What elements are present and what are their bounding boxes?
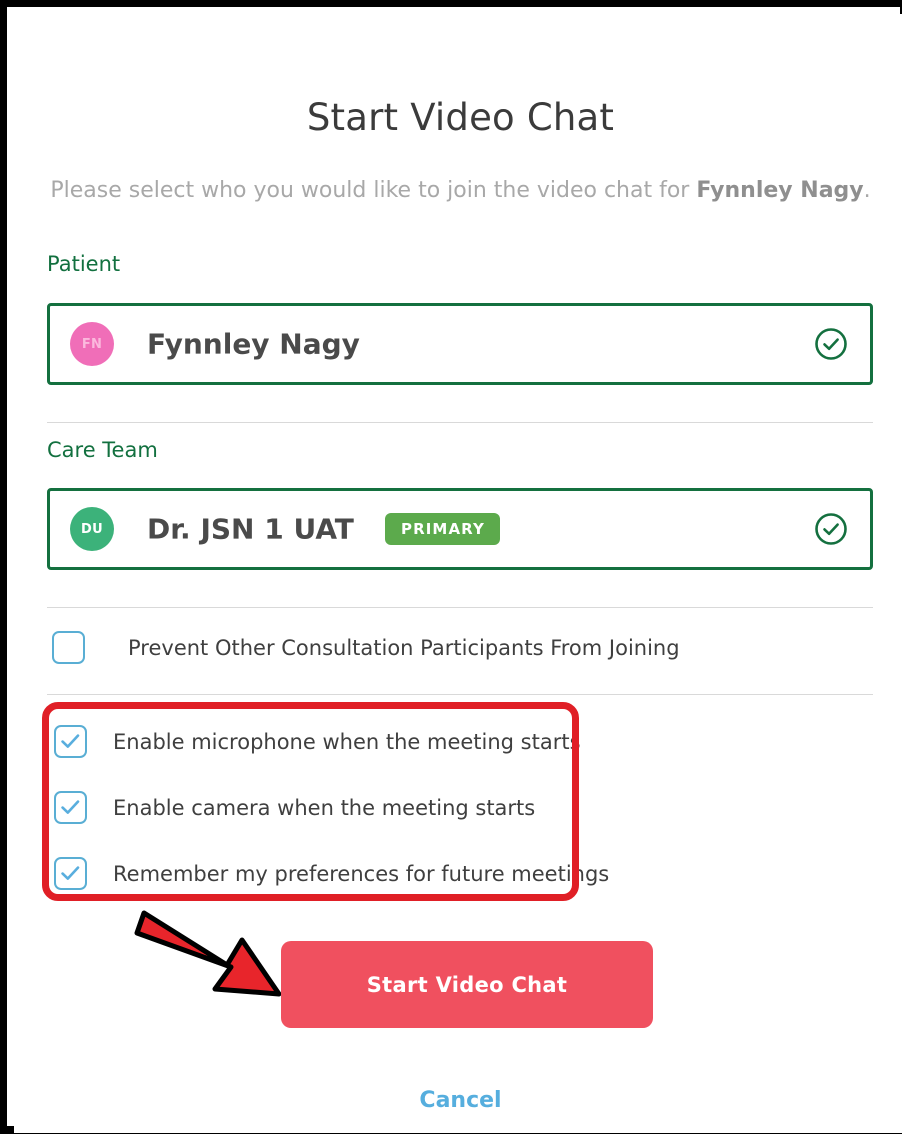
patient-card[interactable]: FN Fynnley Nagy [47, 303, 873, 385]
annotation-arrow-icon [134, 910, 282, 997]
checkbox-label-prevent-others: Prevent Other Consultation Participants … [128, 635, 680, 660]
page-title: Start Video Chat [306, 96, 615, 139]
dialog-subtitle: Please select who you would like to join… [14, 178, 902, 203]
checkbox-row-enable-camera[interactable]: Enable camera when the meeting starts [54, 791, 535, 824]
start-video-chat-dialog: Start Video Chat Please select who you w… [14, 14, 902, 1133]
patient-section-label: Patient [47, 252, 121, 276]
checkbox-label-enable-camera: Enable camera when the meeting starts [113, 795, 536, 820]
checkbox-label-enable-microphone: Enable microphone when the meeting start… [113, 729, 581, 754]
checkmark-icon [61, 800, 80, 814]
cancel-button[interactable]: Cancel [14, 1088, 902, 1113]
checkmark-icon [61, 866, 80, 880]
checkbox-enable-camera[interactable] [54, 791, 87, 824]
divider-options-preferences [47, 694, 873, 695]
avatar-patient: FN [70, 322, 114, 366]
start-video-chat-button[interactable]: Start Video Chat [281, 941, 653, 1028]
subtitle-patient-name: Fynnley Nagy [696, 178, 864, 203]
care-team-section-label: Care Team [47, 438, 158, 462]
patient-name: Fynnley Nagy [147, 327, 360, 361]
checkbox-label-remember-preferences: Remember my preferences for future meeti… [113, 861, 610, 886]
care-team-member-name: Dr. JSN 1 UAT [147, 512, 354, 546]
check-circle-icon [815, 328, 847, 360]
checkbox-enable-microphone[interactable] [54, 725, 87, 758]
checkbox-remember-preferences[interactable] [54, 857, 87, 890]
subtitle-suffix: . [863, 178, 871, 203]
primary-badge: PRIMARY [385, 513, 500, 545]
checkmark-icon [61, 734, 80, 748]
screenshot-frame: Start Video Chat Please select who you w… [0, 0, 902, 1134]
checkbox-row-remember-preferences[interactable]: Remember my preferences for future meeti… [54, 857, 609, 890]
checkbox-row-enable-microphone[interactable]: Enable microphone when the meeting start… [54, 725, 581, 758]
checkbox-row-prevent-others[interactable]: Prevent Other Consultation Participants … [52, 631, 680, 664]
checkbox-prevent-others[interactable] [52, 631, 85, 664]
check-circle-icon [815, 513, 847, 545]
avatar-care-team: DU [70, 507, 114, 551]
subtitle-prefix: Please select who you would like to join… [50, 178, 697, 203]
divider-patient-careteam [47, 422, 873, 423]
care-team-card[interactable]: DU Dr. JSN 1 UAT PRIMARY [47, 488, 873, 570]
divider-careteam-options [47, 607, 873, 608]
